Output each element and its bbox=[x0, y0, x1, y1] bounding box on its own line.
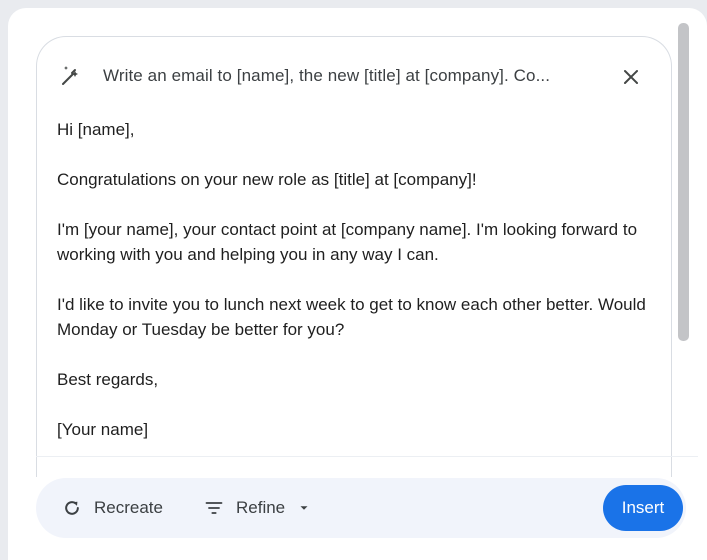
insert-label: Insert bbox=[621, 498, 665, 517]
draft-paragraph-2: I'm [your name], your contact point at [… bbox=[57, 220, 638, 264]
action-toolbar: Recreate Refine Insert bbox=[36, 478, 686, 538]
prompt-text: Write an email to [name], the new [title… bbox=[103, 66, 551, 85]
insert-button[interactable]: Insert bbox=[603, 485, 683, 531]
draft-greeting: Hi [name], bbox=[57, 120, 135, 139]
draft-paragraph-3: I'd like to invite you to lunch next wee… bbox=[57, 295, 646, 339]
magic-pen-icon bbox=[62, 66, 78, 85]
refine-button[interactable]: Refine bbox=[204, 478, 311, 538]
draft-body: Hi [name], Congratulations on your new r… bbox=[57, 117, 647, 467]
draft-card: Write an email to [name], the new [title… bbox=[36, 36, 672, 477]
filter-lines-icon bbox=[205, 502, 223, 514]
app-canvas: Write an email to [name], the new [title… bbox=[0, 0, 707, 560]
recreate-button[interactable]: Recreate bbox=[62, 478, 163, 538]
prompt-row: Write an email to [name], the new [title… bbox=[37, 61, 671, 93]
draft-signature: [Your name] bbox=[57, 420, 149, 439]
close-icon[interactable] bbox=[619, 65, 643, 89]
recreate-label: Recreate bbox=[94, 498, 163, 517]
refresh-icon bbox=[65, 501, 79, 515]
refine-label: Refine bbox=[236, 498, 286, 517]
draft-paragraph-1: Congratulations on your new role as [tit… bbox=[57, 170, 477, 189]
divider bbox=[36, 456, 698, 457]
draft-closing: Best regards, bbox=[57, 370, 159, 389]
help-me-write-panel: Write an email to [name], the new [title… bbox=[8, 8, 707, 560]
scrollbar-thumb[interactable] bbox=[678, 23, 689, 341]
caret-down-icon[interactable] bbox=[297, 501, 311, 515]
